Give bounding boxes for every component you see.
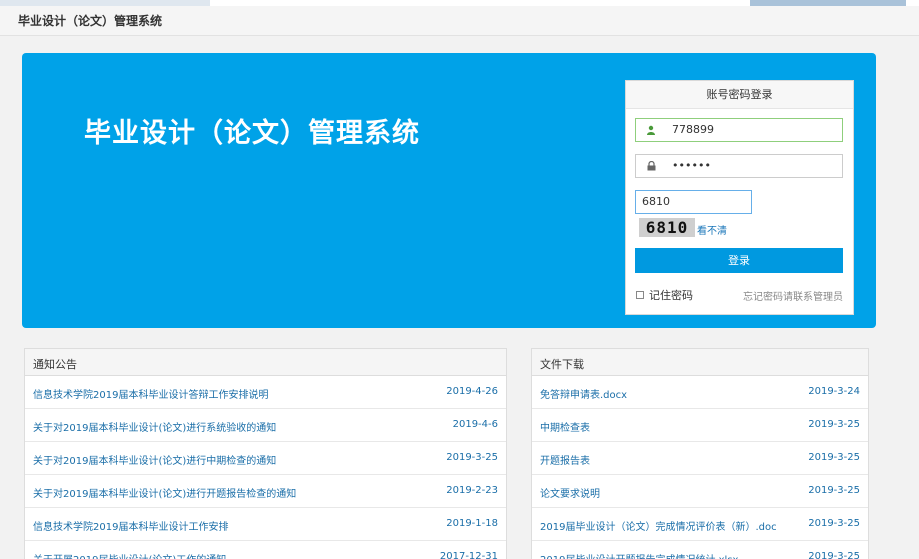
notice-item-date: 2019-3-25 (446, 452, 498, 463)
file-item-title[interactable]: 论文要求说明 (540, 485, 600, 500)
notice-row[interactable]: 信息技术学院2019届本科毕业设计答辩工作安排说明 2019-4-26 (25, 376, 506, 409)
file-item-date: 2019-3-25 (808, 485, 860, 496)
header-bar: 毕业设计（论文）管理系统 (0, 6, 919, 36)
file-item-title[interactable]: 中期检查表 (540, 419, 590, 434)
file-row[interactable]: 中期检查表 2019-3-25 (532, 409, 868, 442)
page-title: 毕业设计（论文）管理系统 (18, 14, 163, 28)
notice-item-title[interactable]: 信息技术学院2019届本科毕业设计工作安排 (33, 518, 228, 533)
file-row[interactable]: 2019届毕业设计（论文）完成情况评价表（新）.doc 2019-3-25 (532, 508, 868, 541)
file-row[interactable]: 2019届毕业设计开题报告完成情况统计.xlsx 2019-3-25 (532, 541, 868, 559)
file-row[interactable]: 论文要求说明 2019-3-25 (532, 475, 868, 508)
notice-item-date: 2019-1-18 (446, 518, 498, 529)
notice-title: 通知公告 (25, 349, 506, 376)
notice-item-date: 2019-4-6 (452, 419, 498, 430)
captcha-input[interactable]: 6810 (635, 190, 752, 214)
file-item-title[interactable]: 2019届毕业设计开题报告完成情况统计.xlsx (540, 551, 738, 559)
forgot-password-text: 忘记密码请联系管理员 (743, 292, 843, 303)
file-item-date: 2019-3-25 (808, 419, 860, 430)
password-value: •••••• (672, 159, 711, 172)
file-row[interactable]: 开题报告表 2019-3-25 (532, 442, 868, 475)
notice-item-title[interactable]: 关于对2019届本科毕业设计(论文)进行中期检查的通知 (33, 452, 276, 467)
username-field[interactable]: 778899 (635, 118, 843, 142)
notice-row[interactable]: 关于对2019届本科毕业设计(论文)进行系统验收的通知 2019-4-6 (25, 409, 506, 442)
login-button[interactable]: 登录 (635, 248, 843, 273)
notice-item-title[interactable]: 关于开展2019届毕业设计(论文)工作的通知 (33, 551, 226, 559)
user-icon (636, 119, 666, 141)
notice-panel: 通知公告 信息技术学院2019届本科毕业设计答辩工作安排说明 2019-4-26 … (24, 348, 507, 559)
banner-title: 毕业设计（论文）管理系统 (84, 118, 420, 149)
login-title: 账号密码登录 (626, 81, 853, 109)
notice-item-date: 2019-2-23 (446, 485, 498, 496)
password-field[interactable]: •••••• (635, 154, 843, 178)
notice-row[interactable]: 关于对2019届本科毕业设计(论文)进行开题报告检查的通知 2019-2-23 (25, 475, 506, 508)
notice-item-title[interactable]: 信息技术学院2019届本科毕业设计答辩工作安排说明 (33, 386, 268, 401)
captcha-image[interactable]: 6810 (639, 218, 695, 237)
lock-icon (636, 155, 666, 177)
file-item-date: 2019-3-25 (808, 551, 860, 559)
username-value: 778899 (672, 123, 714, 136)
login-panel: 账号密码登录 778899 •••••• 6810 6810 看不清 登录 记住… (625, 80, 854, 315)
remember-label: 记住密码 (649, 289, 693, 302)
file-row[interactable]: 免答辩申请表.docx 2019-3-24 (532, 376, 868, 409)
remember-password[interactable]: 记住密码 (636, 287, 693, 303)
file-item-date: 2019-3-24 (808, 386, 860, 397)
remember-checkbox[interactable] (636, 291, 644, 299)
notice-row[interactable]: 关于开展2019届毕业设计(论文)工作的通知 2017-12-31 (25, 541, 506, 559)
file-item-date: 2019-3-25 (808, 452, 860, 463)
notice-row[interactable]: 关于对2019届本科毕业设计(论文)进行中期检查的通知 2019-3-25 (25, 442, 506, 475)
notice-item-date: 2019-4-26 (446, 386, 498, 397)
files-panel: 文件下载 免答辩申请表.docx 2019-3-24 中期检查表 2019-3-25… (531, 348, 869, 559)
banner: 毕业设计（论文）管理系统 账号密码登录 778899 •••••• 6810 6… (22, 53, 876, 328)
notice-row[interactable]: 信息技术学院2019届本科毕业设计工作安排 2019-1-18 (25, 508, 506, 541)
files-title: 文件下载 (532, 349, 868, 376)
file-item-title[interactable]: 免答辩申请表.docx (540, 386, 627, 401)
file-item-title[interactable]: 2019届毕业设计（论文）完成情况评价表（新）.doc (540, 518, 777, 533)
notice-item-date: 2017-12-31 (439, 551, 498, 559)
file-item-title[interactable]: 开题报告表 (540, 452, 590, 467)
captcha-refresh-link[interactable]: 看不清 (697, 222, 727, 237)
notice-item-title[interactable]: 关于对2019届本科毕业设计(论文)进行开题报告检查的通知 (33, 485, 296, 500)
notice-item-title[interactable]: 关于对2019届本科毕业设计(论文)进行系统验收的通知 (33, 419, 276, 434)
file-item-date: 2019-3-25 (808, 518, 860, 529)
